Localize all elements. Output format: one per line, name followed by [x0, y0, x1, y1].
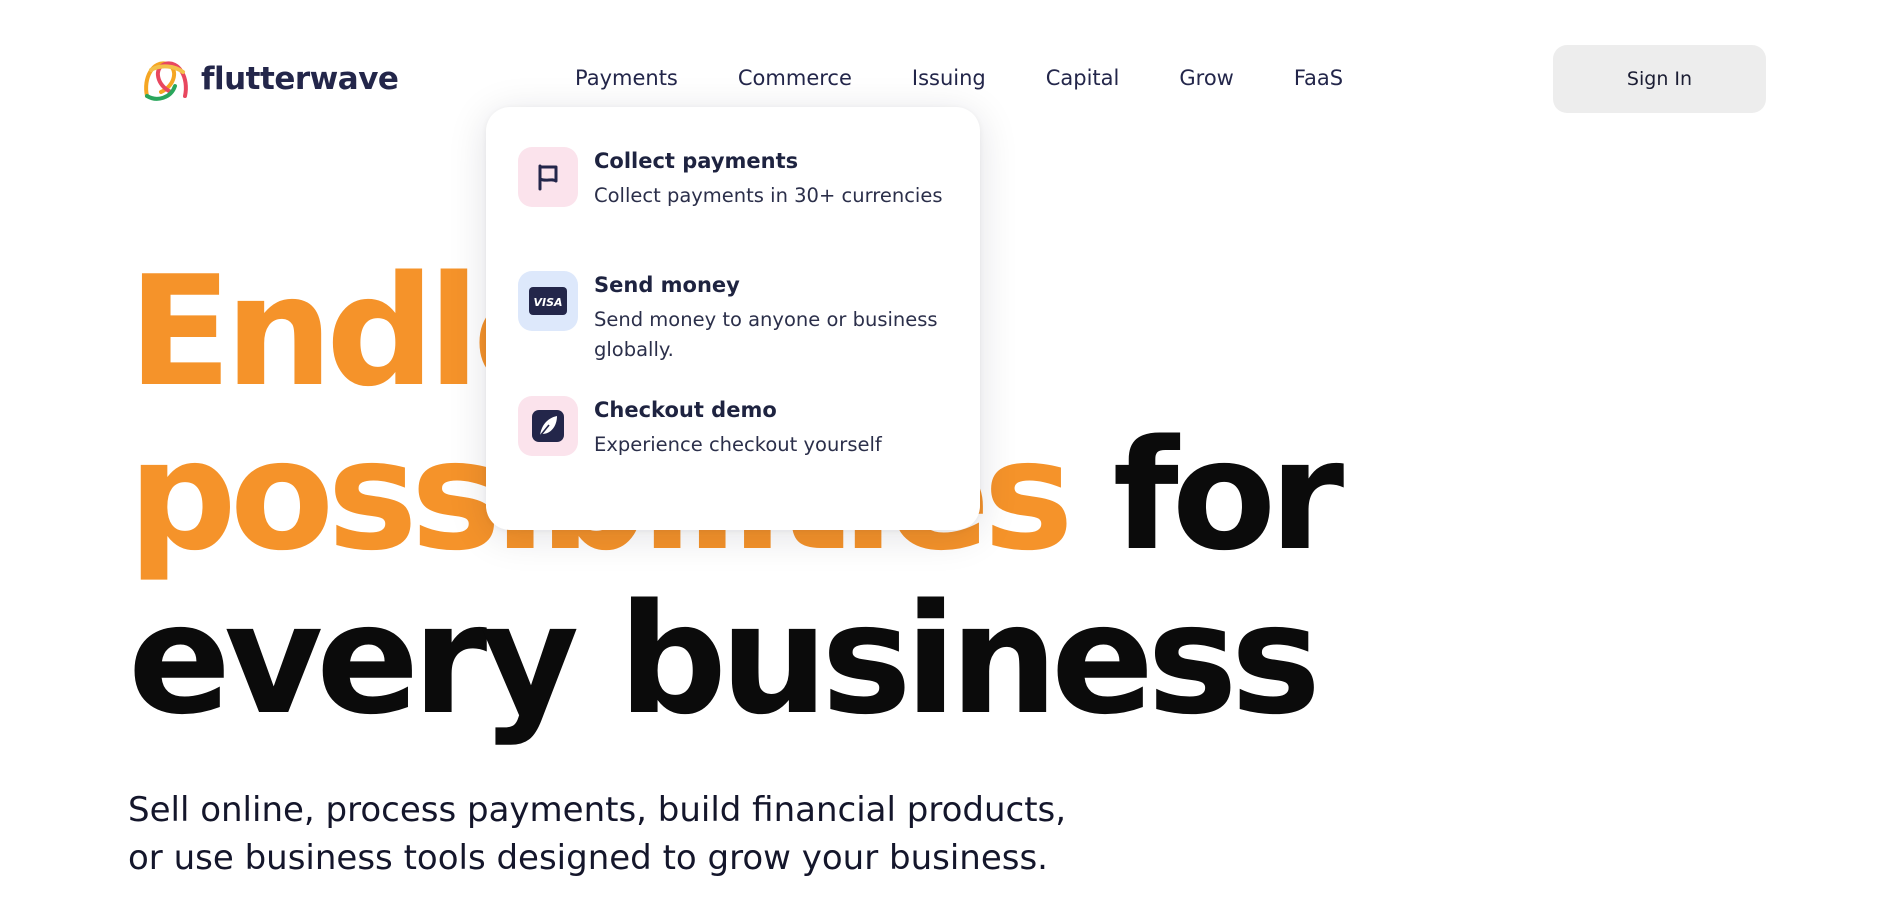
- dropdown-item-title: Checkout demo: [594, 398, 777, 422]
- dropdown-item-description: Collect payments in 30+ currencies: [594, 184, 943, 207]
- dropdown-item-title: Send money: [594, 273, 740, 297]
- logo-text: flutterwave: [201, 61, 399, 97]
- page: flutterwave Payments Commerce Issuing Ca…: [0, 0, 1892, 902]
- flutterwave-logo[interactable]: flutterwave: [141, 56, 399, 102]
- flag-icon: [538, 164, 558, 191]
- dropdown-item-checkout-demo[interactable]: Checkout demo Experience checkout yourse…: [518, 396, 954, 460]
- dropdown-item-description: Experience checkout yourself: [594, 433, 882, 456]
- dropdown-item-send-money[interactable]: VISA Send money Send money to anyone or …: [518, 271, 954, 365]
- dropdown-item-text: Collect payments Collect payments in 30+…: [594, 147, 954, 211]
- flag-icon-tile: [518, 147, 578, 207]
- sign-in-button[interactable]: Sign In: [1553, 45, 1766, 113]
- dropdown-item-collect-payments[interactable]: Collect payments Collect payments in 30+…: [518, 147, 954, 211]
- dropdown-item-text: Checkout demo Experience checkout yourse…: [594, 396, 954, 460]
- nav-capital[interactable]: Capital: [1046, 62, 1120, 94]
- nav-faas[interactable]: FaaS: [1294, 62, 1343, 94]
- main-nav: Payments Commerce Issuing Capital Grow F…: [575, 62, 1343, 94]
- dropdown-item-description: Send money to anyone or business globall…: [594, 308, 938, 361]
- payments-dropdown-menu: Collect payments Collect payments in 30+…: [486, 107, 980, 530]
- nav-payments[interactable]: Payments: [575, 62, 678, 94]
- nav-grow[interactable]: Grow: [1179, 62, 1233, 94]
- hero-subtitle: Sell online, process payments, build fin…: [128, 790, 1067, 878]
- dropdown-item-title: Collect payments: [594, 149, 799, 173]
- nav-commerce[interactable]: Commerce: [738, 62, 852, 94]
- leaf-icon-tile: [518, 396, 578, 456]
- svg-text:VISA: VISA: [533, 296, 562, 309]
- hero-line2-rest: for: [1066, 407, 1345, 584]
- visa-icon-tile: VISA: [518, 271, 578, 331]
- leaf-icon: [532, 410, 564, 442]
- dropdown-item-text: Send money Send money to anyone or busin…: [594, 271, 954, 365]
- nav-issuing[interactable]: Issuing: [912, 62, 986, 94]
- flutterwave-logo-icon: [144, 61, 188, 101]
- visa-card-icon: VISA: [529, 287, 567, 315]
- hero-line3: every business: [128, 571, 1321, 748]
